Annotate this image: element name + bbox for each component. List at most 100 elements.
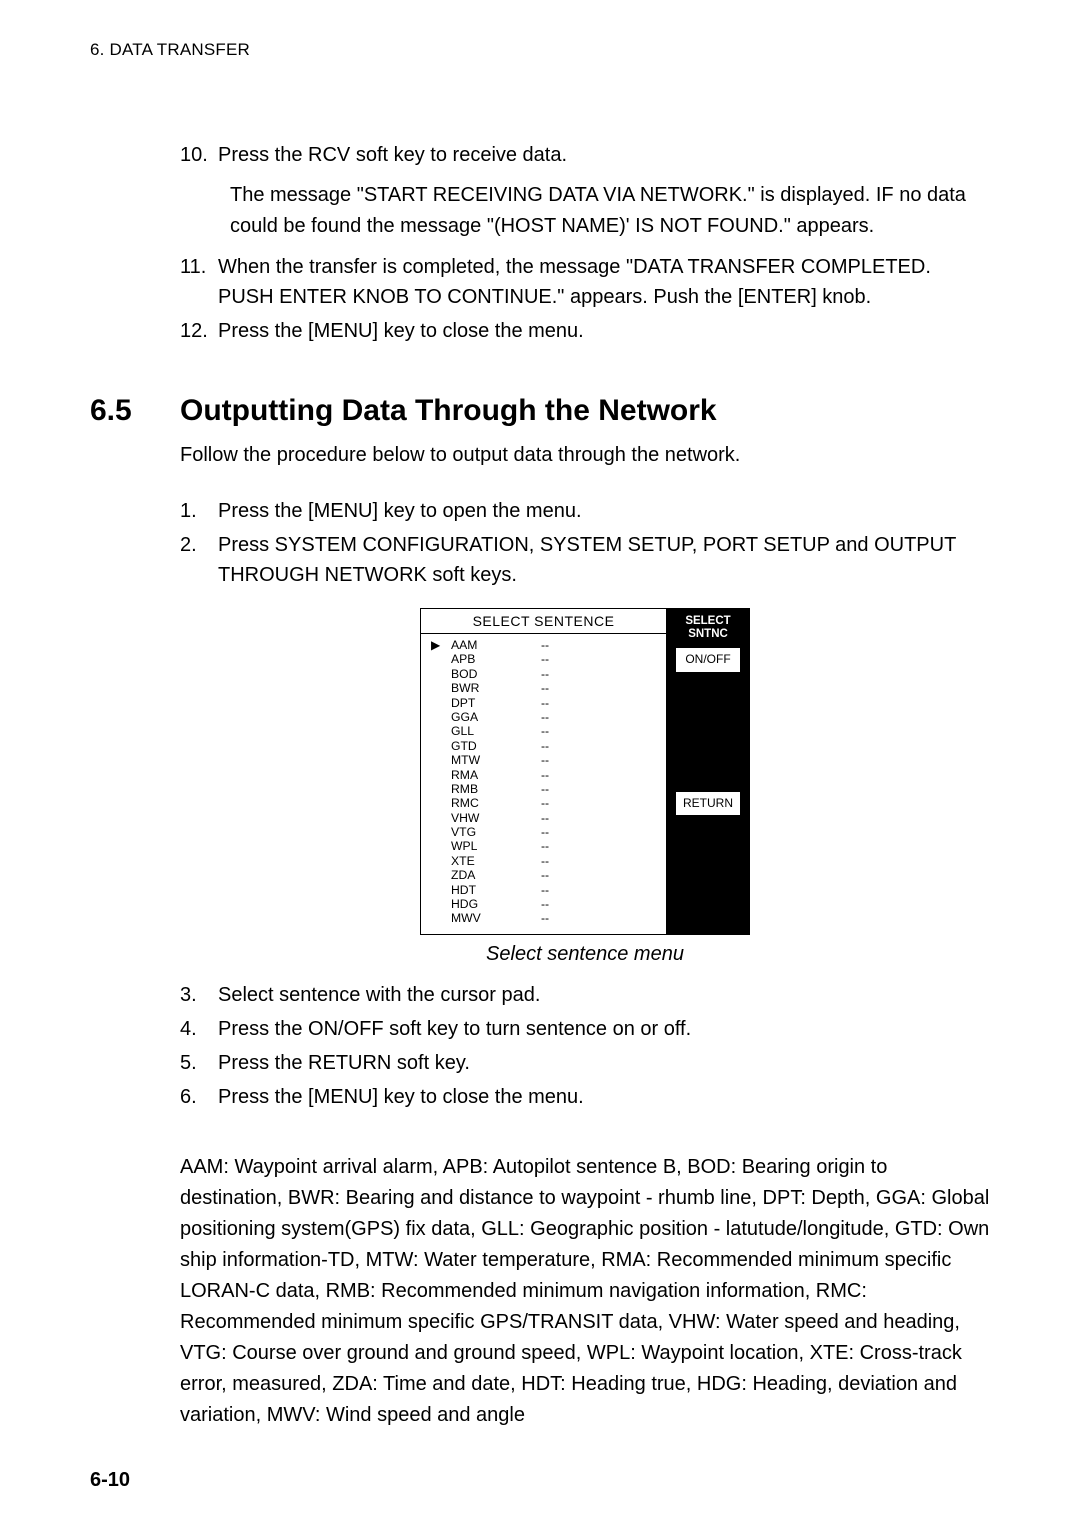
diagram-left-panel: SELECT SENTENCE ▶AAM--APB--BOD--BWR--DPT… [421, 609, 667, 934]
row-value: -- [501, 696, 656, 710]
row-arrow-icon [431, 796, 443, 810]
list-item: 5. Press the RETURN soft key. [180, 1048, 990, 1078]
row-code: XTE [451, 854, 493, 868]
row-code: RMB [451, 782, 493, 796]
document-page: 6. DATA TRANSFER 10. Press the RCV soft … [0, 0, 1080, 1528]
diagram-row: RMA -- [431, 768, 656, 782]
diagram-rows: ▶AAM--APB--BOD--BWR--DPT--GGA--GLL--GTD-… [421, 634, 666, 934]
sub-text: The message "START RECEIVING DATA VIA NE… [230, 180, 990, 242]
diagram-row: BWR-- [431, 681, 656, 695]
row-code: BOD [451, 667, 493, 681]
list-number: 1. [180, 496, 218, 526]
row-arrow-icon [431, 681, 443, 695]
list-number: 4. [180, 1014, 218, 1044]
row-arrow-icon [431, 883, 443, 897]
list-number: 12. [180, 316, 218, 346]
list-block-d: 3. Select sentence with the cursor pad. … [180, 980, 990, 1112]
row-code: GLL [451, 724, 493, 738]
row-value: -- [501, 667, 656, 681]
diagram-row: WPL -- [431, 839, 656, 853]
list-block-a: 10. Press the RCV soft key to receive da… [180, 140, 990, 346]
list-item: 4. Press the ON/OFF soft key to turn sen… [180, 1014, 990, 1044]
row-arrow-icon [431, 696, 443, 710]
row-code: VHW [451, 811, 493, 825]
row-arrow-icon [431, 768, 443, 782]
list-number: 11. [180, 252, 218, 312]
row-arrow-icon [431, 652, 443, 666]
select-sentence-diagram: SELECT SENTENCE ▶AAM--APB--BOD--BWR--DPT… [420, 608, 750, 935]
row-value: -- [501, 710, 656, 724]
page-number: 6-10 [90, 1469, 130, 1492]
row-value: -- [501, 652, 656, 666]
list-number: 6. [180, 1082, 218, 1112]
row-code: MTW [451, 753, 493, 767]
row-code: RMA [451, 768, 493, 782]
row-arrow-icon [431, 710, 443, 724]
row-code: GGA [451, 710, 493, 724]
list-item: 11. When the transfer is completed, the … [180, 252, 990, 312]
list-text: Press the [MENU] key to open the menu. [218, 496, 990, 526]
row-value: -- [501, 739, 656, 753]
row-value: -- [501, 883, 656, 897]
diagram-row: HDT-- [431, 883, 656, 897]
list-block-c: 1. Press the [MENU] key to open the menu… [180, 496, 990, 590]
diagram-row: GLL-- [431, 724, 656, 738]
section-number: 6.5 [90, 394, 180, 428]
list-number: 2. [180, 530, 218, 590]
row-code: HDG [451, 897, 493, 911]
list-text: When the transfer is completed, the mess… [218, 252, 990, 312]
row-code: MWV [451, 911, 493, 925]
diagram-right-panel: SELECTSNTNC ON/OFF RETURN [667, 609, 749, 934]
list-text: Press the RCV soft key to receive data. [218, 140, 990, 170]
list-text: Press the RETURN soft key. [218, 1048, 990, 1078]
row-value: -- [501, 825, 656, 839]
row-value: -- [501, 897, 656, 911]
row-code: WPL [451, 839, 493, 853]
diagram-row: HDG -- [431, 897, 656, 911]
diagram-row: GTD -- [431, 739, 656, 753]
row-value: -- [501, 768, 656, 782]
row-arrow-icon [431, 782, 443, 796]
section-heading: 6.5 Outputting Data Through the Network [90, 394, 990, 428]
diagram-row: ▶AAM-- [431, 638, 656, 652]
diagram-row: BOD -- [431, 667, 656, 681]
select-sntnc-label: SELECTSNTNC [685, 615, 730, 641]
diagram-row: MTW-- [431, 753, 656, 767]
list-item: 10. Press the RCV soft key to receive da… [180, 140, 990, 170]
list-text: Press SYSTEM CONFIGURATION, SYSTEM SETUP… [218, 530, 990, 590]
glossary-paragraph: AAM: Waypoint arrival alarm, APB: Autopi… [180, 1152, 990, 1431]
diagram-row: ZDA-- [431, 868, 656, 882]
row-code: BWR [451, 681, 493, 695]
row-value: -- [501, 839, 656, 853]
row-value: -- [501, 811, 656, 825]
diagram-row: VHW -- [431, 811, 656, 825]
list-text: Press the [MENU] key to close the menu. [218, 1082, 990, 1112]
running-header: 6. DATA TRANSFER [90, 40, 990, 60]
row-arrow-icon [431, 868, 443, 882]
return-button: RETURN [675, 791, 741, 817]
row-arrow-icon [431, 839, 443, 853]
row-arrow-icon [431, 911, 443, 925]
list-text: Press the ON/OFF soft key to turn senten… [218, 1014, 990, 1044]
list-item: 2. Press SYSTEM CONFIGURATION, SYSTEM SE… [180, 530, 990, 590]
list-text: Select sentence with the cursor pad. [218, 980, 990, 1010]
row-arrow-icon [431, 739, 443, 753]
diagram-row: RMC-- [431, 796, 656, 810]
row-code: APB [451, 652, 493, 666]
diagram-row: MWV-- [431, 911, 656, 925]
row-code: DPT [451, 696, 493, 710]
row-arrow-icon [431, 667, 443, 681]
list-item: 6. Press the [MENU] key to close the men… [180, 1082, 990, 1112]
row-code: RMC [451, 796, 493, 810]
list-item: 1. Press the [MENU] key to open the menu… [180, 496, 990, 526]
section-intro: Follow the procedure below to output dat… [180, 440, 990, 470]
list-number: 10. [180, 140, 218, 170]
diagram-row: DPT -- [431, 696, 656, 710]
list-text: Press the [MENU] key to close the menu. [218, 316, 990, 346]
row-value: -- [501, 782, 656, 796]
row-arrow-icon [431, 724, 443, 738]
figure-caption: Select sentence menu [180, 943, 990, 966]
row-code: GTD [451, 739, 493, 753]
section-title: Outputting Data Through the Network [180, 394, 717, 428]
row-arrow-icon [431, 753, 443, 767]
